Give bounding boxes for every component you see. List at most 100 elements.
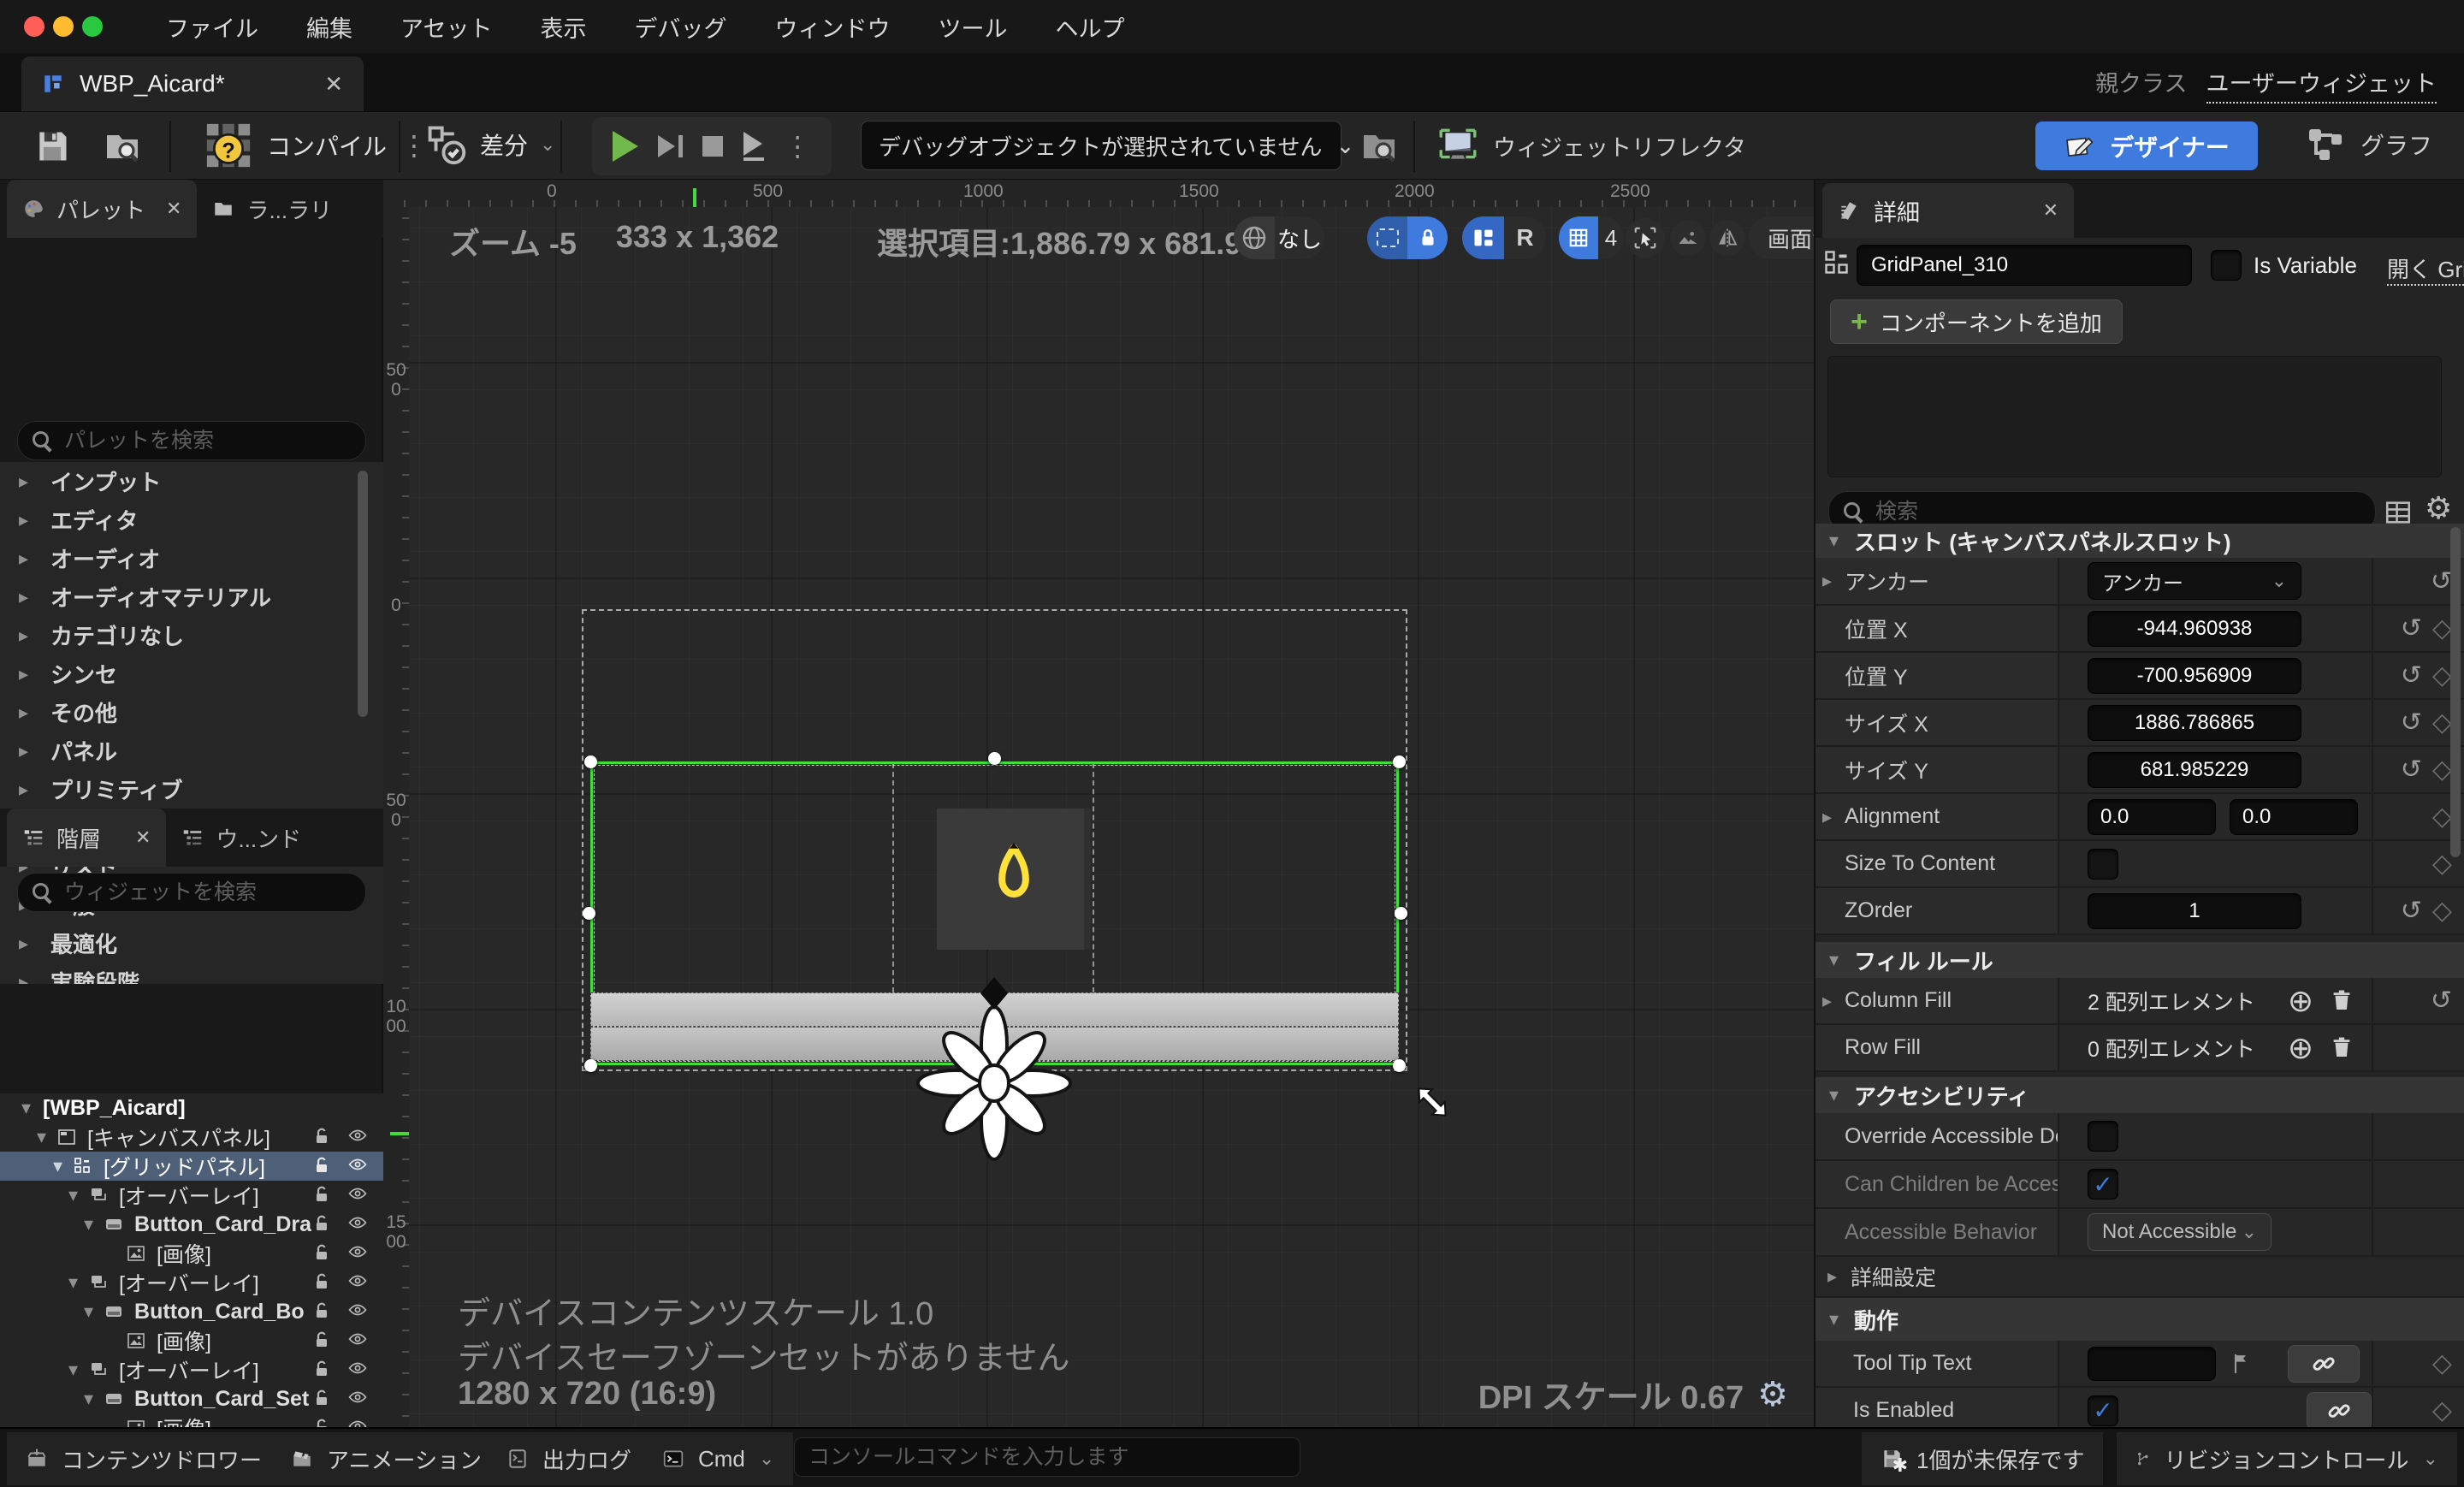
tree-row[interactable]: ▾[オーバーレイ] <box>0 1268 383 1297</box>
visibility-icon[interactable] <box>347 1184 368 1205</box>
resize-handle[interactable] <box>583 907 595 920</box>
revert-icon[interactable]: ↺ <box>2431 986 2452 1016</box>
collapse-icon[interactable]: ▾ <box>1829 1310 1839 1329</box>
palette-scrollbar[interactable] <box>358 471 368 717</box>
pos-x-input[interactable] <box>2088 611 2301 647</box>
marquee-select-icon[interactable] <box>1367 216 1407 259</box>
selection-lock-toggle[interactable] <box>1367 216 1448 259</box>
visibility-icon[interactable] <box>347 1155 368 1176</box>
expander-icon[interactable]: ▸ <box>1822 992 1832 1010</box>
lock-icon[interactable] <box>311 1126 332 1146</box>
palette-category[interactable]: ▸実験段階 <box>0 963 383 984</box>
override-accessible-checkbox[interactable]: ✓ <box>2088 1121 2118 1152</box>
is-variable-checkbox[interactable]: ✓ <box>2211 250 2242 281</box>
tree-row[interactable]: ▾[オーバーレイ] <box>0 1355 383 1384</box>
visibility-icon[interactable] <box>347 1213 368 1234</box>
display-filter-icon[interactable] <box>2384 498 2413 527</box>
palette-category[interactable]: ▸最適化 <box>0 924 383 963</box>
palette-search-input[interactable] <box>64 429 352 453</box>
visibility-icon[interactable] <box>347 1330 368 1350</box>
content-drawer-button[interactable]: コンテンツドロワー <box>7 1432 281 1485</box>
resize-handle[interactable] <box>1393 1059 1406 1072</box>
designer-mode-button[interactable]: デザイナー <box>2035 121 2258 170</box>
details-search-input[interactable] <box>1875 500 2361 524</box>
resize-handle[interactable] <box>584 755 597 768</box>
expander-icon[interactable]: ▾ <box>68 1186 78 1205</box>
dpi-settings-gear-icon[interactable]: ⚙ <box>1757 1377 1788 1412</box>
expander-icon[interactable]: ▾ <box>21 1099 31 1117</box>
menu-edit[interactable]: 編集 <box>306 10 352 44</box>
visibility-icon[interactable] <box>347 1388 368 1408</box>
hierarchy-close-icon[interactable]: ✕ <box>135 826 151 849</box>
lock-icon[interactable] <box>311 1242 332 1263</box>
menu-view[interactable]: 表示 <box>540 10 586 44</box>
expander-icon[interactable]: ▾ <box>68 1273 78 1292</box>
bind-button[interactable] <box>2288 1345 2360 1383</box>
add-element-icon[interactable]: ⊕ <box>2288 1033 2313 1063</box>
revert-icon[interactable]: ↺ <box>2401 661 2422 690</box>
console-command[interactable] <box>794 1437 1300 1477</box>
tab-wbp-aicard[interactable]: WBP_Aicard* ✕ <box>21 56 364 111</box>
resize-handle[interactable] <box>1395 907 1407 920</box>
visibility-icon[interactable] <box>347 1126 368 1146</box>
r-toggle[interactable]: R <box>1504 216 1546 259</box>
console-command-input[interactable] <box>808 1445 1286 1470</box>
debug-object-dropdown[interactable]: デバッグオブジェクトが選択されていません ⌄ <box>861 121 1342 170</box>
debug-browse-icon[interactable] <box>1359 126 1400 167</box>
palette-close-icon[interactable]: ✕ <box>166 198 181 220</box>
localization-preview-button[interactable]: なし <box>1234 216 1324 259</box>
menu-debug[interactable]: デバッグ <box>634 10 726 44</box>
parent-class-link[interactable]: ユーザーウィジェット <box>2206 65 2437 104</box>
details-scrollbar[interactable] <box>2450 527 2461 857</box>
close-window-button[interactable] <box>24 16 44 37</box>
palette-category[interactable]: ▸その他 <box>0 693 383 732</box>
section-fill-rules[interactable]: ▾フィル ルール <box>1815 942 2464 978</box>
widget-reflector-button[interactable]: ウィジェットリフレクタ <box>1436 124 1746 167</box>
localize-flag-icon[interactable] <box>2230 1352 2254 1376</box>
anchor-dropdown[interactable]: アンカー⌄ <box>2088 562 2301 600</box>
palette-category[interactable]: ▸オーディオ <box>0 539 383 578</box>
card-widget[interactable] <box>937 809 1091 950</box>
pos-y-input[interactable] <box>2088 658 2301 694</box>
design-surface[interactable]: ズーム -5 333 x 1,362 選択項目:1,886.79 x 681.9… <box>409 207 1814 1427</box>
menu-window[interactable]: ウィンドウ <box>774 10 890 44</box>
grid-snap-toggle[interactable]: 4 <box>1559 216 1624 259</box>
tree-row[interactable]: ▾Button_Card_Dra <box>0 1210 383 1239</box>
advance-button[interactable] <box>743 132 764 161</box>
expander-icon[interactable]: ▸ <box>1822 808 1832 826</box>
lock-icon[interactable] <box>311 1388 332 1408</box>
bind-diamond-icon[interactable]: ◇ <box>2432 755 2452 785</box>
play-button[interactable] <box>613 131 638 162</box>
add-component-button[interactable]: + コンポーネントを追加 <box>1830 299 2123 344</box>
tree-row[interactable]: ▾Button_Card_Bo <box>0 1297 383 1326</box>
tab-close-icon[interactable]: ✕ <box>324 71 343 98</box>
advanced-settings-row[interactable]: ▸詳細設定 <box>1815 1257 2464 1298</box>
expander-icon[interactable]: ▾ <box>53 1157 62 1176</box>
revert-icon[interactable]: ↺ <box>2401 708 2422 738</box>
expander-icon[interactable]: ▸ <box>1822 572 1832 590</box>
compile-button[interactable]: ? コンパイル ⋮ <box>204 121 428 170</box>
tab-palette[interactable]: パレット ✕ <box>7 180 197 238</box>
hierarchy-search-input[interactable] <box>64 880 352 905</box>
bind-diamond-icon[interactable]: ◇ <box>2432 1395 2452 1425</box>
lock-icon[interactable] <box>311 1184 332 1205</box>
cursor-select-button[interactable] <box>1626 218 1665 258</box>
menu-tools[interactable]: ツール <box>938 10 1007 44</box>
bind-diamond-icon[interactable]: ◇ <box>2432 613 2452 643</box>
revert-icon[interactable]: ↺ <box>2401 755 2422 785</box>
graph-mode-button[interactable]: グラフ <box>2306 124 2432 165</box>
unsaved-indicator[interactable]: ✱ 1個が未保存です <box>1862 1432 2103 1485</box>
section-accessibility[interactable]: ▾アクセシビリティ <box>1815 1077 2464 1113</box>
tab-details[interactable]: 詳細 ✕ <box>1822 183 2074 238</box>
clear-elements-icon[interactable] <box>2329 1035 2354 1061</box>
lock-icon[interactable] <box>311 1330 332 1350</box>
tree-row[interactable]: [画像] <box>0 1326 383 1355</box>
expander-icon[interactable]: ▾ <box>68 1360 78 1379</box>
bind-diamond-icon[interactable]: ◇ <box>2432 849 2452 879</box>
tab-bind[interactable]: ウ...ンド <box>166 809 317 867</box>
lock-icon[interactable] <box>311 1271 332 1292</box>
palette-category[interactable]: ▸パネル <box>0 732 383 770</box>
is-enabled-checkbox[interactable]: ✓ <box>2088 1395 2118 1426</box>
tree-row[interactable]: ▾[オーバーレイ] <box>0 1181 383 1210</box>
revert-icon[interactable]: ↺ <box>2401 896 2422 926</box>
